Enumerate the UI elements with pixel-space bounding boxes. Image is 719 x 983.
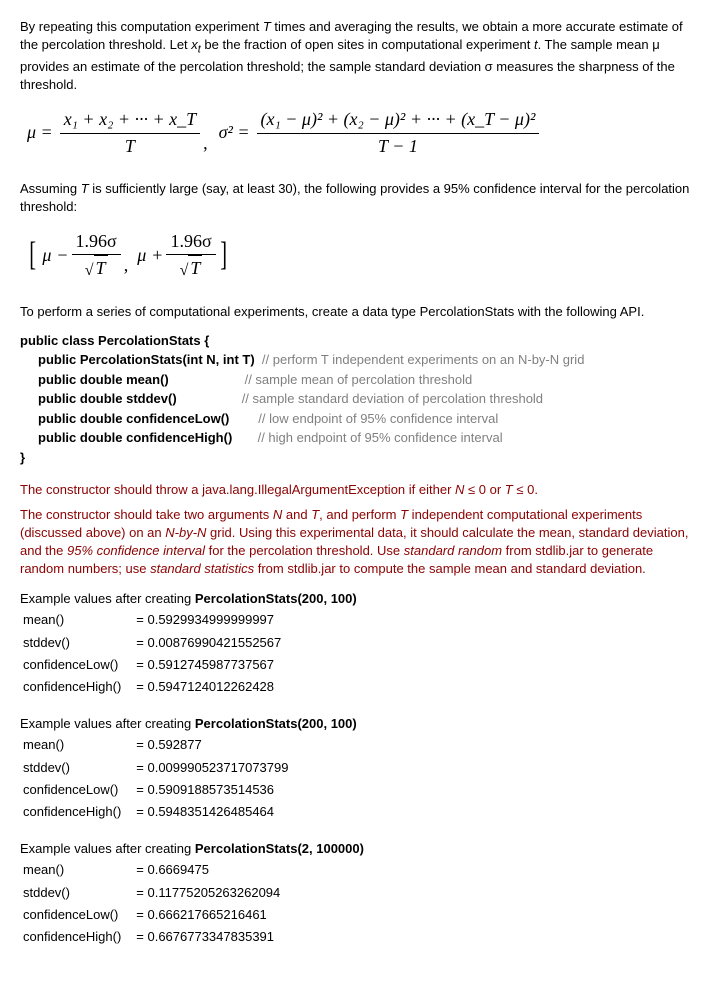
result-key: mean(): [22, 735, 133, 755]
example-table: mean()= 0.6669475stddev()= 0.11775205263…: [20, 858, 294, 949]
result-value: = 0.592877: [135, 735, 300, 755]
result-value: = 0.5947124012262428: [135, 677, 293, 697]
result-value: = 0.5929934999999997: [135, 610, 293, 630]
result-key: confidenceLow(): [22, 780, 133, 800]
result-key: stddev(): [22, 883, 133, 903]
result-key: confidenceHigh(): [22, 927, 133, 947]
table-row: confidenceHigh()= 0.5948351426485464: [22, 802, 300, 822]
result-value: = 0.5909188573514536: [135, 780, 300, 800]
constructor-exception-note: The constructor should throw a java.lang…: [20, 481, 699, 499]
intro-paragraph: By repeating this computation experiment…: [20, 18, 699, 94]
confidence-interval-formula: [ μ − 1.96σ √T , μ + 1.96σ √T ]: [20, 222, 699, 293]
table-row: confidenceLow()= 0.5909188573514536: [22, 780, 300, 800]
table-row: stddev()= 0.009990523717073799: [22, 758, 300, 778]
table-row: stddev()= 0.00876990421552567: [22, 633, 293, 653]
result-value: = 0.5912745987737567: [135, 655, 293, 675]
result-value: = 0.6676773347835391: [135, 927, 292, 947]
example-block-1: Example values after creating Percolatio…: [20, 590, 699, 699]
api-block: public class PercolationStats { public P…: [20, 331, 699, 468]
result-key: mean(): [22, 860, 133, 880]
result-key: confidenceLow(): [22, 655, 133, 675]
result-key: confidenceHigh(): [22, 802, 133, 822]
result-key: confidenceHigh(): [22, 677, 133, 697]
result-value: = 0.00876990421552567: [135, 633, 293, 653]
api-intro-paragraph: To perform a series of computational exp…: [20, 303, 699, 321]
result-key: stddev(): [22, 633, 133, 653]
example-table: mean()= 0.5929934999999997stddev()= 0.00…: [20, 608, 295, 699]
table-row: confidenceLow()= 0.5912745987737567: [22, 655, 293, 675]
mean-variance-formula: μ = x₁ + x₂ + ··· + x_T T , σ² = (x₁ − μ…: [20, 100, 699, 169]
confidence-intro-paragraph: Assuming T is sufficiently large (say, a…: [20, 180, 699, 216]
example-block-2: Example values after creating Percolatio…: [20, 715, 699, 824]
table-row: confidenceHigh()= 0.5947124012262428: [22, 677, 293, 697]
table-row: confidenceHigh()= 0.6676773347835391: [22, 927, 292, 947]
example-block-3: Example values after creating Percolatio…: [20, 840, 699, 949]
table-row: mean()= 0.6669475: [22, 860, 292, 880]
constructor-description: The constructor should take two argument…: [20, 506, 699, 579]
result-key: mean(): [22, 610, 133, 630]
table-row: mean()= 0.592877: [22, 735, 300, 755]
table-row: mean()= 0.5929934999999997: [22, 610, 293, 630]
example-table: mean()= 0.592877stddev()= 0.009990523717…: [20, 733, 302, 824]
result-key: stddev(): [22, 758, 133, 778]
result-value: = 0.5948351426485464: [135, 802, 300, 822]
result-value: = 0.6669475: [135, 860, 292, 880]
table-row: stddev()= 0.11775205263262094: [22, 883, 292, 903]
result-value: = 0.11775205263262094: [135, 883, 292, 903]
result-value: = 0.009990523717073799: [135, 758, 300, 778]
